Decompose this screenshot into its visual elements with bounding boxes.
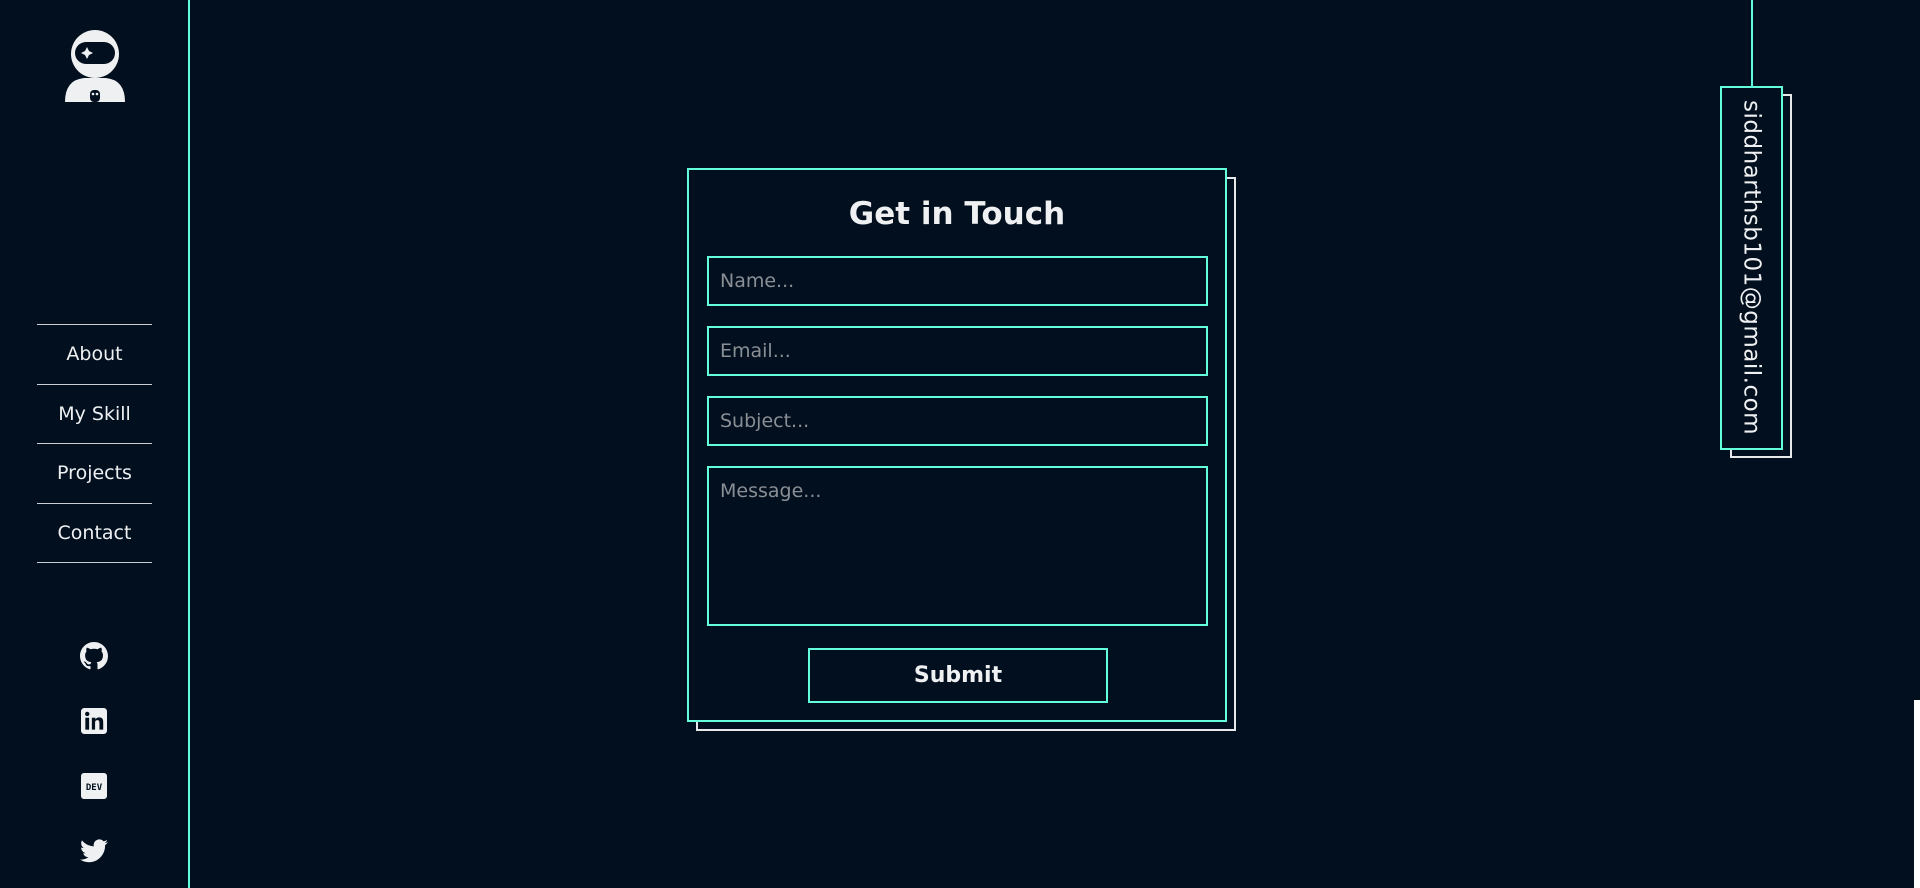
sidebar: About My Skill Projects Contact DEV	[0, 0, 190, 888]
email-hanger-line	[1751, 0, 1753, 87]
email-address: siddharthsb101@gmail.com	[1738, 100, 1765, 436]
twitter-icon[interactable]	[78, 835, 110, 867]
github-icon[interactable]	[78, 640, 110, 672]
nav-item-about[interactable]: About	[37, 325, 152, 385]
form-title: Get in Touch	[848, 196, 1066, 232]
message-textarea[interactable]	[707, 466, 1208, 626]
name-input[interactable]	[707, 256, 1208, 306]
dev-icon[interactable]: DEV	[78, 770, 110, 802]
astronaut-logo-icon[interactable]	[62, 28, 128, 102]
nav-item-my-skill[interactable]: My Skill	[37, 385, 152, 444]
email-input[interactable]	[707, 326, 1208, 376]
nav-item-label: My Skill	[58, 402, 131, 425]
nav-item-contact[interactable]: Contact	[37, 504, 152, 563]
subject-input[interactable]	[707, 396, 1208, 446]
linkedin-icon[interactable]	[78, 705, 110, 737]
nav-item-label: About	[66, 343, 123, 366]
nav-item-label: Contact	[57, 521, 132, 544]
svg-text:DEV: DEV	[86, 783, 103, 793]
nav-item-label: Projects	[57, 462, 132, 485]
sidebar-nav: About My Skill Projects Contact	[37, 324, 152, 563]
email-link[interactable]: siddharthsb101@gmail.com	[1720, 86, 1783, 450]
contact-form: Get in Touch Submit	[687, 168, 1227, 722]
nav-item-projects[interactable]: Projects	[37, 444, 152, 504]
submit-button[interactable]: Submit	[808, 648, 1108, 703]
scrollbar-thumb[interactable]	[1914, 700, 1920, 888]
